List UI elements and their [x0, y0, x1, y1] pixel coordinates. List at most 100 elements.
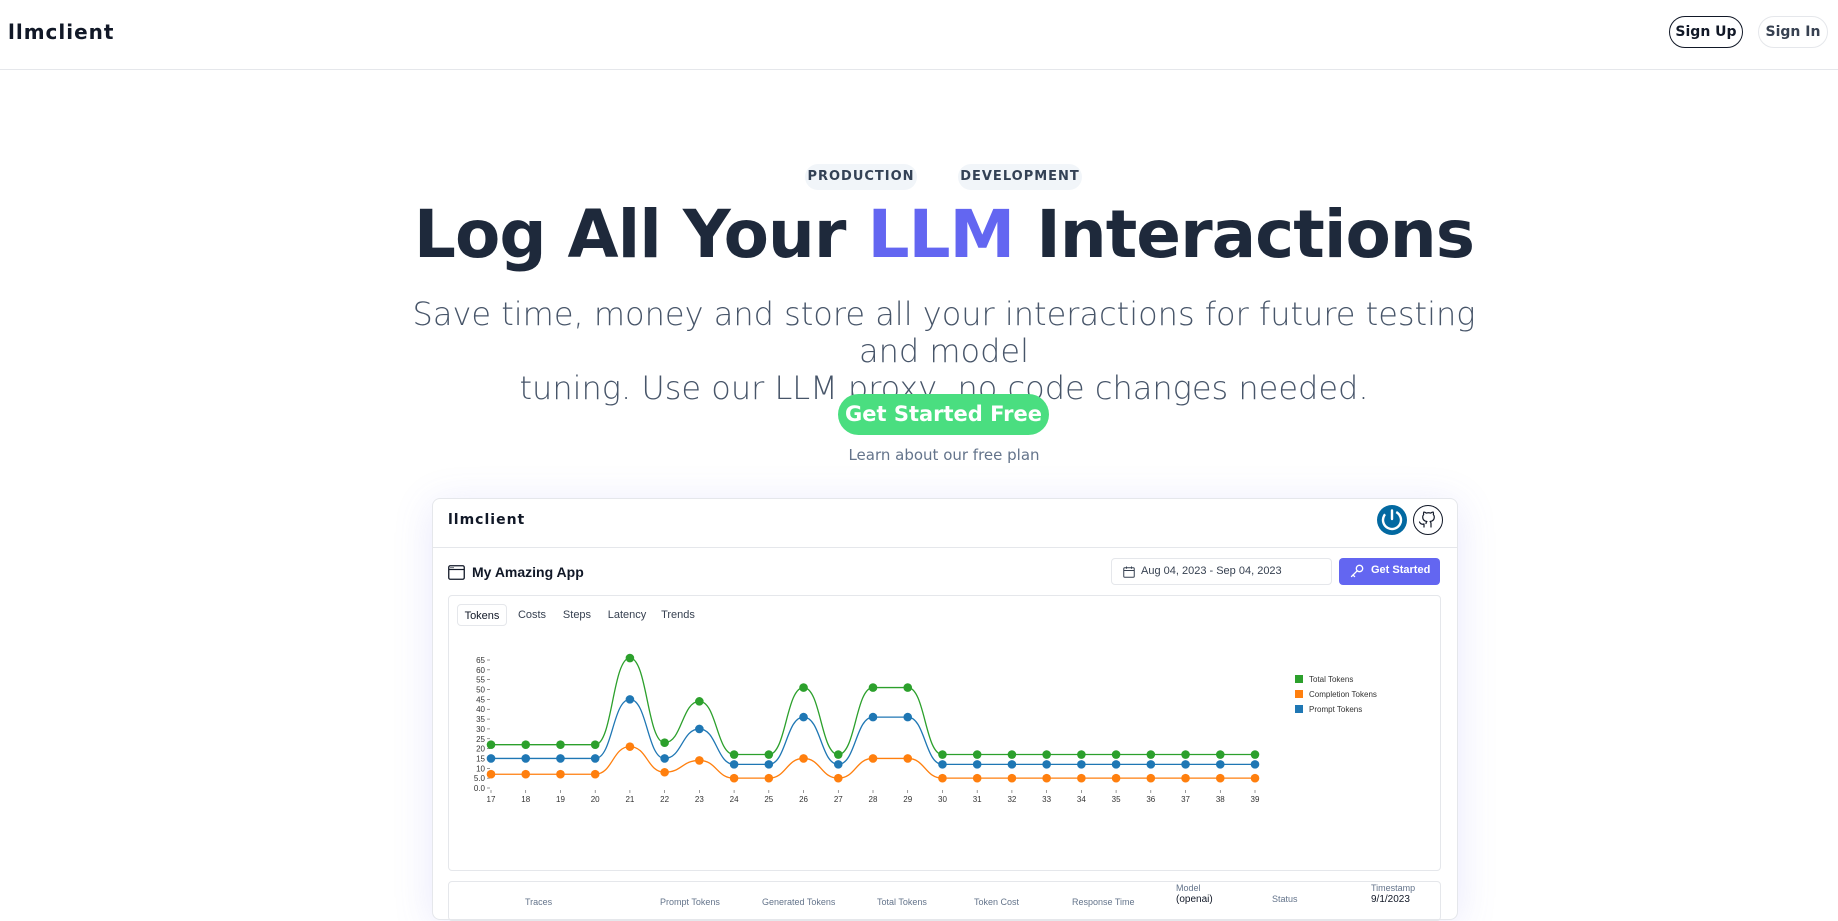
point-completion-tokens [764, 773, 774, 783]
y-tick-label: 15 [476, 754, 485, 763]
point-total-tokens [868, 683, 878, 692]
date-range-picker[interactable]: Aug 04, 2023 - Sep 04, 2023 [1111, 558, 1332, 585]
app-preview-card: llmclient My Amazing App Aug 04, 2023 - … [432, 498, 1458, 921]
x-tick-label: 33 [1042, 795, 1051, 804]
chart-panel: Tokens Costs Steps Latency Trends 0.0 5.0… [448, 595, 1441, 871]
y-tick-label: 65 [476, 656, 485, 665]
legend-label-prompt-tokens: Prompt Tokens [1309, 705, 1362, 714]
point-prompt-tokens [590, 754, 600, 763]
point-completion-tokens [695, 756, 704, 765]
sign-up-button[interactable]: Sign Up [1669, 16, 1743, 48]
x-tick-label: 18 [521, 795, 530, 804]
x-tick-label: 17 [487, 795, 496, 804]
point-completion-tokens [833, 773, 843, 783]
point-prompt-tokens [764, 760, 774, 769]
col-status: Status [1272, 894, 1298, 904]
point-prompt-tokens [1007, 760, 1017, 769]
y-tick-label: 10 [476, 764, 485, 773]
x-tick-label: 30 [938, 795, 947, 804]
point-total-tokens [660, 738, 669, 748]
point-total-tokens [625, 653, 635, 663]
get-started-button[interactable]: Get Started [1339, 558, 1440, 585]
y-tick-label: 45 [476, 695, 485, 704]
point-total-tokens [1215, 750, 1225, 759]
point-prompt-tokens [1042, 760, 1051, 769]
point-prompt-tokens [1111, 760, 1121, 769]
col-model: Model [1176, 883, 1201, 893]
power-icon[interactable] [1377, 505, 1407, 535]
x-tick-label: 28 [869, 795, 878, 804]
traces-table-header: Traces Prompt Tokens Generated Tokens To… [448, 881, 1441, 921]
x-tick-label: 38 [1216, 795, 1225, 804]
point-completion-tokens [868, 754, 878, 763]
point-total-tokens [1007, 750, 1017, 759]
x-tick-label: 35 [1112, 795, 1121, 804]
point-completion-tokens [1146, 773, 1156, 783]
x-tick-label: 23 [695, 795, 704, 804]
cell-timestamp: 9/1/2023 [1371, 894, 1410, 905]
y-tick-label: 40 [476, 705, 485, 714]
legend-swatch-completion-tokens [1295, 690, 1303, 698]
point-total-tokens [521, 740, 531, 749]
brand-logo[interactable]: llmclient [8, 20, 114, 44]
point-prompt-tokens [833, 760, 843, 769]
y-tick-label: 35 [476, 715, 485, 724]
point-completion-tokens [1007, 773, 1017, 783]
point-prompt-tokens [799, 712, 808, 722]
get-started-label: Get Started [1371, 564, 1431, 576]
point-completion-tokens [625, 742, 635, 751]
app-name: My Amazing App [472, 564, 584, 580]
point-prompt-tokens [1146, 760, 1156, 769]
learn-free-plan-link[interactable]: Learn about our free plan [0, 446, 1838, 464]
point-prompt-tokens [938, 760, 947, 769]
tag-development: DEVELOPMENT [958, 164, 1082, 190]
get-started-free-button[interactable]: Get Started Free [838, 394, 1049, 435]
point-total-tokens [833, 750, 843, 759]
x-tick-label: 32 [1007, 795, 1016, 804]
point-total-tokens [590, 740, 600, 749]
point-prompt-tokens [486, 754, 496, 763]
hero-subtitle-line1: Save time, money and store all your inte… [412, 295, 1476, 370]
point-total-tokens [1181, 750, 1190, 759]
point-prompt-tokens [1077, 760, 1086, 769]
y-tick-label: 50 [476, 686, 485, 695]
point-completion-tokens [1111, 773, 1121, 783]
x-tick-label: 39 [1251, 795, 1260, 804]
hero-title-accent: LLM [867, 196, 1015, 273]
point-completion-tokens [521, 769, 531, 779]
x-tick-label: 22 [660, 795, 669, 804]
preview-header: llmclient [433, 499, 1457, 548]
point-prompt-tokens [1215, 760, 1225, 769]
legend-label-completion-tokens: Completion Tokens [1309, 690, 1377, 699]
hero-title: Log All Your LLM Interactions [0, 196, 1838, 273]
github-icon[interactable] [1413, 505, 1443, 535]
point-prompt-tokens [556, 754, 565, 763]
series-line-total-tokens [490, 657, 1255, 756]
legend-swatch-prompt-tokens [1295, 705, 1303, 713]
y-tick-label: 25 [476, 735, 485, 744]
x-tick-label: 25 [764, 795, 773, 804]
point-total-tokens [972, 750, 982, 759]
tokens-line-chart: 0.05.010152025303540455055606517 18 19 20 21… [474, 653, 1377, 804]
x-tick-label: 36 [1146, 795, 1155, 804]
x-tick-label: 34 [1077, 795, 1086, 804]
point-completion-tokens [729, 773, 739, 783]
point-completion-tokens [938, 773, 947, 783]
point-total-tokens [799, 683, 808, 692]
point-completion-tokens [486, 769, 496, 779]
y-tick-label: 20 [476, 745, 485, 754]
point-total-tokens [695, 697, 704, 706]
point-prompt-tokens [868, 712, 878, 722]
point-total-tokens [1146, 750, 1156, 759]
legend-swatch-total-tokens [1295, 675, 1303, 683]
hero-title-part1: Log All Your [413, 196, 868, 273]
legend-label-total-tokens: Total Tokens [1309, 675, 1353, 684]
sign-in-button[interactable]: Sign In [1758, 16, 1828, 48]
point-completion-tokens [903, 754, 913, 763]
point-total-tokens [729, 750, 739, 759]
point-total-tokens [764, 750, 774, 759]
y-tick-label: 60 [476, 666, 485, 675]
point-completion-tokens [556, 769, 565, 779]
x-tick-label: 27 [834, 795, 843, 804]
point-prompt-tokens [972, 760, 982, 769]
